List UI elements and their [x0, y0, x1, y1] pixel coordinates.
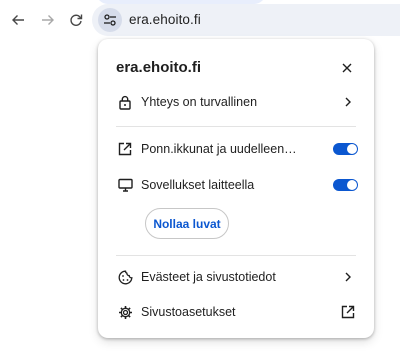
open-in-new-icon: [117, 141, 133, 157]
tune-icon: [104, 14, 116, 26]
monitor-icon: [117, 177, 133, 193]
divider: [116, 255, 356, 256]
close-icon: [342, 63, 352, 73]
permission-toggle-popups[interactable]: [333, 143, 358, 155]
gear-icon: [117, 304, 133, 320]
connection-security-row[interactable]: Yhteys on turvallinen: [98, 89, 374, 115]
permission-label: Sovellukset laitteella: [141, 178, 255, 192]
permission-label: Ponn.ikkunat ja uudelleen…: [141, 142, 297, 156]
close-button[interactable]: [338, 59, 356, 77]
cookies-row[interactable]: Evästeet ja sivustotiedot: [98, 264, 374, 290]
cookie-icon: [117, 269, 133, 285]
forward-button[interactable]: [38, 10, 58, 30]
permission-toggle-apps[interactable]: [333, 179, 358, 191]
connection-label: Yhteys on turvallinen: [141, 95, 258, 109]
reload-button[interactable]: [66, 10, 86, 30]
url-text[interactable]: era.ehoito.fi: [129, 12, 201, 27]
permission-row-popups: Ponn.ikkunat ja uudelleen…: [98, 136, 374, 162]
site-settings-label: Sivustoasetukset: [141, 305, 236, 319]
toggle-knob: [347, 180, 357, 190]
divider: [116, 126, 356, 127]
popup-title: era.ehoito.fi: [116, 59, 202, 76]
site-settings-row[interactable]: Sivustoasetukset: [98, 299, 374, 325]
site-info-button[interactable]: [98, 8, 122, 32]
permission-row-apps: Sovellukset laitteella: [98, 172, 374, 198]
cookies-label: Evästeet ja sivustotiedot: [141, 270, 276, 284]
chevron-right-icon: [340, 269, 356, 285]
arrow-left-icon: [12, 15, 24, 25]
toggle-knob: [347, 144, 357, 154]
chevron-right-icon: [340, 94, 356, 110]
reload-icon: [70, 14, 83, 26]
site-info-popup: era.ehoito.fi Yhteys on turvallinen Ponn…: [98, 39, 374, 338]
external-link-icon: [340, 304, 356, 320]
back-button[interactable]: [8, 10, 28, 30]
arrow-right-icon: [42, 15, 54, 25]
reset-permissions-button[interactable]: Nollaa luvat: [145, 208, 229, 239]
lock-icon: [117, 94, 133, 110]
